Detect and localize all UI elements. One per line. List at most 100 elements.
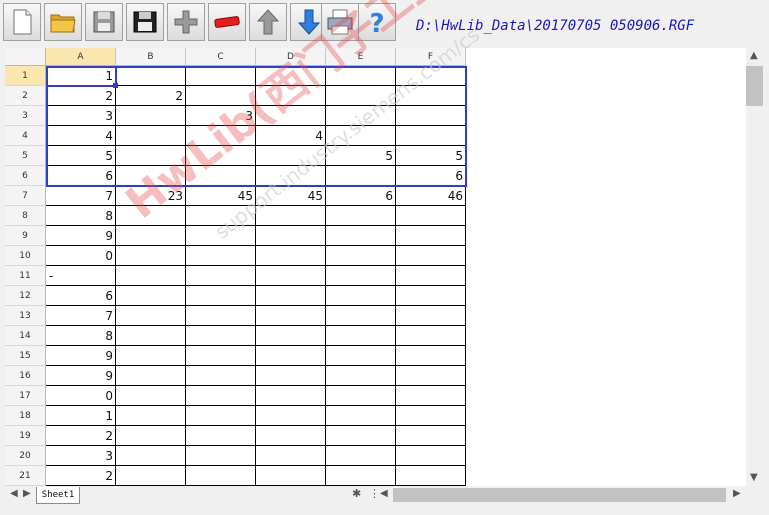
grid-cell[interactable] bbox=[396, 306, 466, 326]
grid-cell[interactable] bbox=[396, 226, 466, 246]
grid-cell[interactable] bbox=[396, 406, 466, 426]
grid-cell[interactable] bbox=[116, 386, 186, 406]
row-header[interactable]: 1 bbox=[5, 66, 46, 86]
tab-next-icon[interactable]: ▶ bbox=[23, 488, 31, 499]
grid-cell[interactable]: 3 bbox=[46, 106, 116, 126]
grid-cell[interactable] bbox=[186, 86, 256, 106]
grid-cell[interactable] bbox=[186, 446, 256, 466]
grid-cell[interactable] bbox=[326, 166, 396, 186]
row-header[interactable]: 15 bbox=[5, 346, 46, 366]
grid-cell[interactable]: 45 bbox=[256, 186, 326, 206]
grid-cell[interactable] bbox=[116, 166, 186, 186]
grid-cell[interactable] bbox=[116, 246, 186, 266]
grid-cell[interactable] bbox=[256, 306, 326, 326]
grid-cell[interactable] bbox=[396, 426, 466, 446]
grid-cell[interactable] bbox=[186, 166, 256, 186]
grid-cell[interactable] bbox=[396, 346, 466, 366]
grid-cell[interactable] bbox=[116, 326, 186, 346]
grid-cell[interactable]: 9 bbox=[46, 226, 116, 246]
grid-cell[interactable] bbox=[396, 326, 466, 346]
grid-cell[interactable] bbox=[256, 346, 326, 366]
grid-cell[interactable] bbox=[256, 286, 326, 306]
row-header[interactable]: 2 bbox=[5, 86, 46, 106]
grid-cell[interactable] bbox=[186, 426, 256, 446]
grid-cell[interactable] bbox=[396, 466, 466, 486]
add-row-button[interactable] bbox=[167, 3, 205, 41]
grid-cell[interactable] bbox=[116, 266, 186, 286]
grid-cell[interactable] bbox=[396, 446, 466, 466]
grid-cell[interactable] bbox=[186, 466, 256, 486]
column-header[interactable]: D bbox=[256, 48, 326, 66]
select-all-corner[interactable] bbox=[5, 48, 46, 66]
grid-cell[interactable] bbox=[256, 146, 326, 166]
grid-cell[interactable] bbox=[396, 126, 466, 146]
grid-cell[interactable]: 45 bbox=[186, 186, 256, 206]
spreadsheet-grid[interactable]: A B C D E F 1 1 2 2 2 3 3 3 4 4 4 5 5 5 5 6 6 6 7 7 23 45 45 6 46 8 8 9 9 1… bbox=[5, 48, 746, 486]
open-folder-button[interactable] bbox=[44, 3, 82, 41]
grid-cell[interactable] bbox=[186, 66, 256, 86]
grid-cell[interactable] bbox=[256, 226, 326, 246]
grid-cell[interactable]: 5 bbox=[46, 146, 116, 166]
grid-cell[interactable] bbox=[256, 366, 326, 386]
grid-cell[interactable] bbox=[116, 66, 186, 86]
delete-row-button[interactable] bbox=[208, 3, 246, 41]
scroll-right-icon[interactable]: ▶ bbox=[733, 488, 741, 499]
row-header[interactable]: 8 bbox=[5, 206, 46, 226]
grid-cell[interactable] bbox=[396, 386, 466, 406]
grid-cell[interactable] bbox=[256, 426, 326, 446]
save-button[interactable] bbox=[85, 3, 123, 41]
grid-cell[interactable] bbox=[326, 346, 396, 366]
help-button[interactable]: ? bbox=[358, 3, 396, 41]
grid-cell[interactable]: 7 bbox=[46, 186, 116, 206]
grid-cell[interactable]: 9 bbox=[46, 346, 116, 366]
column-header[interactable]: F bbox=[396, 48, 466, 66]
grid-cell[interactable]: 2 bbox=[46, 466, 116, 486]
grid-cell[interactable] bbox=[396, 66, 466, 86]
new-file-button[interactable] bbox=[3, 3, 41, 41]
grid-cell[interactable]: 3 bbox=[186, 106, 256, 126]
grid-cell[interactable] bbox=[256, 246, 326, 266]
grid-cell[interactable] bbox=[116, 466, 186, 486]
grid-cell[interactable]: 7 bbox=[46, 306, 116, 326]
column-header[interactable]: E bbox=[326, 48, 396, 66]
grid-cell[interactable] bbox=[396, 366, 466, 386]
grid-cell[interactable]: 9 bbox=[46, 366, 116, 386]
grid-cell[interactable] bbox=[396, 266, 466, 286]
grid-cell[interactable] bbox=[116, 226, 186, 246]
grid-cell[interactable] bbox=[256, 406, 326, 426]
grid-cell[interactable]: - bbox=[46, 266, 116, 286]
grid-cell[interactable]: 2 bbox=[116, 86, 186, 106]
grid-cell[interactable]: 5 bbox=[326, 146, 396, 166]
grid-cell[interactable] bbox=[326, 286, 396, 306]
move-up-button[interactable] bbox=[249, 3, 287, 41]
row-header[interactable]: 19 bbox=[5, 426, 46, 446]
grid-cell[interactable] bbox=[256, 386, 326, 406]
row-header[interactable]: 11 bbox=[5, 266, 46, 286]
grid-cell[interactable] bbox=[116, 306, 186, 326]
grid-cell[interactable] bbox=[396, 206, 466, 226]
grid-cell[interactable] bbox=[326, 466, 396, 486]
tab-sheet1[interactable]: Sheet1 bbox=[36, 487, 80, 504]
row-header[interactable]: 18 bbox=[5, 406, 46, 426]
row-header[interactable]: 6 bbox=[5, 166, 46, 186]
grid-cell[interactable] bbox=[256, 266, 326, 286]
grid-cell[interactable] bbox=[326, 206, 396, 226]
grid-cell[interactable] bbox=[326, 226, 396, 246]
grid-cell[interactable] bbox=[396, 86, 466, 106]
grid-cell[interactable] bbox=[186, 326, 256, 346]
row-header[interactable]: 3 bbox=[5, 106, 46, 126]
grid-cell[interactable] bbox=[186, 126, 256, 146]
grid-cell[interactable] bbox=[256, 326, 326, 346]
grid-cell[interactable]: 6 bbox=[396, 166, 466, 186]
grid-cell[interactable] bbox=[116, 366, 186, 386]
horizontal-scroll-thumb[interactable] bbox=[393, 488, 726, 502]
grid-cell[interactable] bbox=[186, 406, 256, 426]
grid-cell[interactable] bbox=[116, 146, 186, 166]
fill-handle[interactable] bbox=[113, 83, 118, 88]
row-header[interactable]: 12 bbox=[5, 286, 46, 306]
grid-cell[interactable]: 46 bbox=[396, 186, 466, 206]
grid-cell[interactable] bbox=[186, 206, 256, 226]
grid-cell[interactable] bbox=[326, 406, 396, 426]
grid-cell[interactable] bbox=[326, 366, 396, 386]
grid-cell[interactable] bbox=[326, 446, 396, 466]
